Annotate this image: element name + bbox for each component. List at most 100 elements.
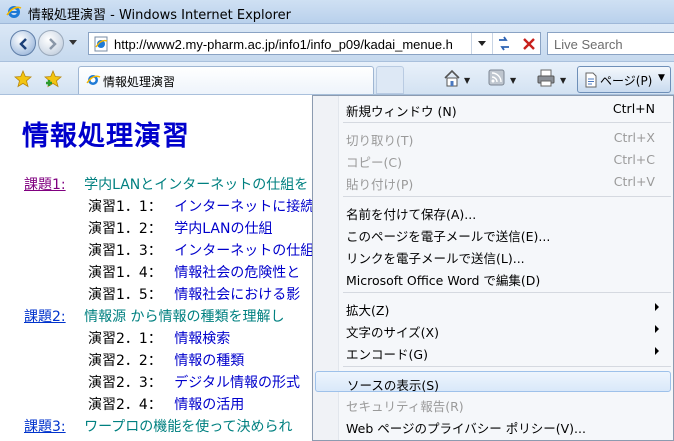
page-icon	[94, 36, 108, 52]
menu-item-send-page[interactable]: このページを電子メールで送信(E)...	[315, 223, 671, 244]
ensyu-link[interactable]: 情報の種類	[174, 353, 244, 369]
back-arrow-icon	[19, 38, 27, 50]
menu-item-copy[interactable]: コピー(C) Ctrl+C	[315, 149, 671, 170]
kadai-link-2[interactable]: 課題2:	[24, 309, 66, 325]
refresh-button[interactable]	[492, 33, 514, 54]
menu-item-paste[interactable]: 貼り付け(P) Ctrl+V	[315, 171, 671, 192]
ensyu-label: 演習2．1：	[88, 331, 162, 347]
print-icon	[537, 69, 555, 87]
page-menu-button[interactable]: ページ(P) ▼	[577, 66, 671, 93]
ensyu-label: 演習1．2：	[88, 221, 162, 237]
menu-item-send-link[interactable]: リンクを電子メールで送信(L)...	[315, 245, 671, 266]
menu-item-label: 新規ウィンドウ (N)	[346, 104, 457, 119]
menu-item-shortcut: Ctrl+N	[612, 101, 655, 116]
kadai-link-3[interactable]: 課題3:	[24, 419, 66, 435]
menu-separator	[343, 196, 671, 197]
kadai-desc-3: ワープロの機能を使って決められ	[84, 419, 293, 435]
ensyu-label: 演習1．4：	[88, 265, 162, 281]
forward-button[interactable]	[38, 30, 64, 56]
menu-item-shortcut: Ctrl+V	[613, 174, 655, 189]
menu-item-label: 拡大(Z)	[346, 303, 390, 318]
ensyu-link[interactable]: 情報の活用	[174, 397, 244, 413]
page-icon	[86, 75, 101, 85]
menu-item-label: Web ページのプライバシー ポリシー(V)...	[346, 421, 586, 436]
ensyu-link[interactable]: 情報検索	[174, 331, 230, 347]
list-item: 演習2．1： 情報検索	[88, 328, 230, 348]
menu-item-privacy-policy[interactable]: Web ページのプライバシー ポリシー(V)...	[315, 415, 671, 436]
stop-icon	[523, 38, 535, 50]
kadai-desc-2: 情報源 から情報の種類を理解し	[84, 309, 285, 325]
ensyu-link[interactable]: 情報社会の危険性と	[174, 265, 300, 281]
ensyu-label: 演習1．1：	[88, 199, 162, 215]
menu-item-cut[interactable]: 切り取り(T) Ctrl+X	[315, 127, 671, 148]
list-item: 課題3: ワープロの機能を使って決められ	[24, 416, 293, 436]
list-item: 演習1．1： インターネットに接続	[88, 196, 314, 216]
ensyu-link[interactable]: デジタル情報の形式	[174, 375, 300, 391]
feeds-button[interactable]: ▼	[488, 68, 518, 90]
submenu-arrow-icon	[655, 303, 659, 311]
home-button[interactable]: ▼	[442, 68, 472, 90]
list-item: 演習1．3： インターネットの仕組	[88, 240, 314, 260]
ie-icon	[6, 6, 22, 18]
page-title: 情報処理演習	[22, 121, 190, 152]
kadai-desc-1: 学内LANとインターネットの仕組を	[84, 177, 309, 193]
address-dropdown-button[interactable]	[471, 33, 491, 54]
url-text[interactable]: http://www2.my-pharm.ac.jp/info1/info_p0…	[114, 37, 484, 52]
menu-item-new-window[interactable]: 新規ウィンドウ (N) Ctrl+N	[315, 98, 671, 119]
print-button[interactable]: ▼	[536, 68, 566, 90]
menu-separator	[343, 292, 671, 293]
list-item: 演習2．2： 情報の種類	[88, 350, 244, 370]
list-item: 演習1．2： 学内LANの仕組	[88, 218, 272, 238]
ensyu-label: 演習1．5：	[88, 287, 162, 303]
menu-separator	[343, 366, 671, 367]
menu-item-save-as[interactable]: 名前を付けて保存(A)...	[315, 201, 671, 222]
feeds-icon	[488, 69, 505, 86]
page-icon	[585, 72, 597, 88]
ensyu-label: 演習2．4：	[88, 397, 162, 413]
menu-item-view-source[interactable]: ソースの表示(S)	[315, 371, 671, 393]
list-item: 演習2．3： デジタル情報の形式	[88, 372, 300, 392]
refresh-icon	[499, 36, 509, 51]
back-button[interactable]	[10, 30, 36, 56]
search-input[interactable]: Live Search	[547, 32, 674, 55]
ensyu-link[interactable]: インターネットの仕組	[174, 243, 314, 259]
ensyu-link[interactable]: 学内LANの仕組	[174, 221, 272, 237]
submenu-arrow-icon	[655, 325, 659, 333]
menu-item-shortcut: Ctrl+X	[613, 130, 655, 145]
chevron-down-icon	[478, 41, 486, 46]
ensyu-link[interactable]: インターネットに接続	[174, 199, 314, 215]
address-bar[interactable]: http://www2.my-pharm.ac.jp/info1/info_p0…	[88, 32, 518, 55]
home-icon	[444, 69, 460, 87]
menu-item-label: このページを電子メールで送信(E)...	[346, 229, 551, 244]
menu-item-label: 文字のサイズ(X)	[346, 325, 439, 340]
tab-current[interactable]: 情報処理演習	[78, 66, 374, 94]
list-item: 演習1．4： 情報社会の危険性と	[88, 262, 300, 282]
menu-item-security-report[interactable]: セキュリティ報告(R)	[315, 393, 671, 414]
chevron-down-icon: ▼	[658, 73, 665, 83]
list-item: 演習2．4： 情報の活用	[88, 394, 244, 414]
menu-item-label: エンコード(G)	[346, 347, 428, 362]
ensyu-label: 演習1．3：	[88, 243, 162, 259]
add-favorite-icon[interactable]	[44, 70, 62, 88]
menu-item-label: セキュリティ報告(R)	[346, 399, 464, 414]
recent-pages-dropdown-icon[interactable]	[68, 39, 78, 47]
ensyu-link[interactable]: 情報社会における影	[174, 287, 300, 303]
ensyu-label: 演習2．2：	[88, 353, 162, 369]
new-tab-button[interactable]	[376, 66, 404, 94]
print-dropdown-icon[interactable]: ▼	[560, 76, 566, 85]
stop-button[interactable]	[517, 32, 541, 55]
menu-item-encoding[interactable]: エンコード(G)	[315, 341, 671, 362]
kadai-link-1[interactable]: 課題1:	[24, 177, 66, 193]
ensyu-label: 演習2．3：	[88, 375, 162, 391]
menu-item-text-size[interactable]: 文字のサイズ(X)	[315, 319, 671, 340]
feeds-dropdown-icon[interactable]: ▼	[510, 76, 516, 85]
menu-item-label: Microsoft Office Word で編集(D)	[346, 273, 541, 288]
menu-item-label: ソースの表示(S)	[347, 378, 440, 393]
favorites-star-icon[interactable]	[14, 70, 32, 88]
menu-item-zoom[interactable]: 拡大(Z)	[315, 297, 671, 318]
list-item: 課題1: 学内LANとインターネットの仕組を	[24, 174, 308, 194]
menu-item-edit-word[interactable]: Microsoft Office Word で編集(D)	[315, 267, 671, 288]
menu-item-label: リンクを電子メールで送信(L)...	[346, 251, 525, 266]
home-dropdown-icon[interactable]: ▼	[464, 76, 470, 85]
page-menu-label: ページ(P)	[600, 74, 653, 88]
